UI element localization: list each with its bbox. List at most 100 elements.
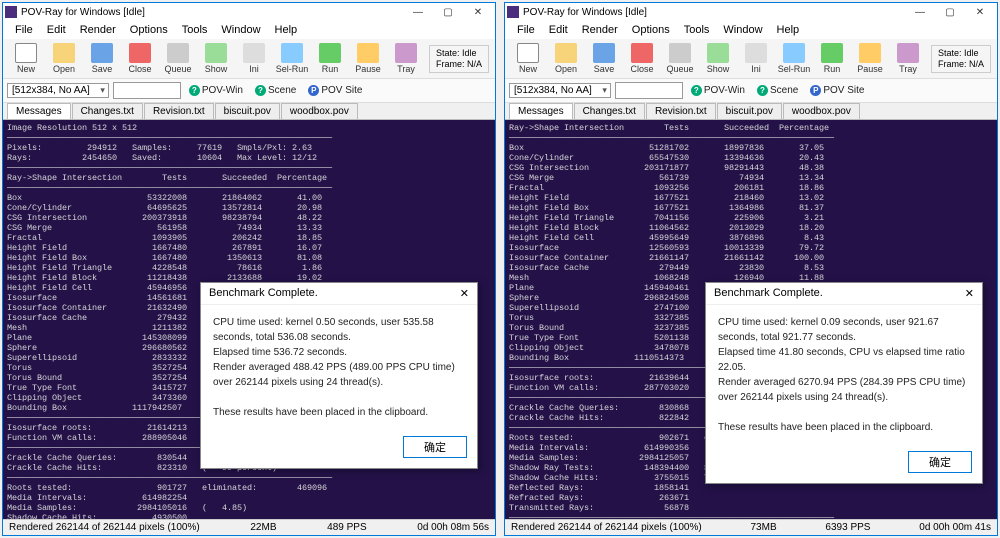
tab-woodbox[interactable]: woodbox.pov <box>783 103 860 119</box>
menu-tools[interactable]: Tools <box>176 23 214 37</box>
tab-changes[interactable]: Changes.txt <box>574 103 645 119</box>
status-pps: 489 PPS <box>327 522 366 533</box>
show-button[interactable]: Show <box>699 41 737 76</box>
dialog-line: Elapsed time 41.80 seconds, CPU vs elaps… <box>718 345 970 375</box>
menu-tools[interactable]: Tools <box>678 23 716 37</box>
toolbar-row-2: [512x384, No AA] ?POV-Win ?Scene PPOV Si… <box>505 79 997 103</box>
new-button[interactable]: New <box>509 41 547 76</box>
scene-help-button[interactable]: ?Scene <box>251 85 300 96</box>
dialog-line: CPU time used: kernel 0.09 seconds, user… <box>718 315 970 345</box>
tab-woodbox[interactable]: woodbox.pov <box>281 103 358 119</box>
selrun-button[interactable]: Sel-Run <box>273 41 311 76</box>
benchmark-dialog-right: Benchmark Complete. ✕ CPU time used: ker… <box>705 282 983 484</box>
run-button[interactable]: Run <box>311 41 349 76</box>
dialog-title: Benchmark Complete. <box>209 287 318 300</box>
tabbar: Messages Changes.txt Revision.txt biscui… <box>3 103 495 120</box>
status-mem: 73MB <box>751 522 777 533</box>
menu-options[interactable]: Options <box>626 23 676 37</box>
dialog-line: These results have been placed in the cl… <box>213 405 465 420</box>
resolution-combo[interactable]: [512x384, No AA] <box>7 83 109 98</box>
povsite-button[interactable]: PPOV Site <box>806 85 868 96</box>
benchmark-dialog-left: Benchmark Complete. ✕ CPU time used: ker… <box>200 282 478 469</box>
tray-button[interactable]: Tray <box>889 41 927 76</box>
menu-window[interactable]: Window <box>215 23 266 37</box>
queue-button[interactable]: Queue <box>159 41 197 76</box>
status-time: 0d 00h 08m 56s <box>417 522 489 533</box>
window-title: POV-Ray for Windows [Idle] <box>21 7 403 18</box>
new-button[interactable]: New <box>7 41 45 76</box>
tab-revision[interactable]: Revision.txt <box>144 103 214 119</box>
minimize-button[interactable]: — <box>905 4 935 20</box>
tab-biscuit[interactable]: biscuit.pov <box>717 103 782 119</box>
tab-changes[interactable]: Changes.txt <box>72 103 143 119</box>
status-mem: 22MB <box>250 522 276 533</box>
save-button[interactable]: Save <box>585 41 623 76</box>
save-button[interactable]: Save <box>83 41 121 76</box>
pause-button[interactable]: Pause <box>851 41 889 76</box>
titlebar[interactable]: POV-Ray for Windows [Idle] — ▢ ✕ <box>505 3 997 21</box>
ok-button[interactable]: 确定 <box>403 436 467 458</box>
dialog-titlebar[interactable]: Benchmark Complete. ✕ <box>706 283 982 305</box>
menu-options[interactable]: Options <box>124 23 174 37</box>
menu-file[interactable]: File <box>511 23 541 37</box>
dialog-line: Elapsed time 536.72 seconds. <box>213 345 465 360</box>
menu-help[interactable]: Help <box>771 23 806 37</box>
dialog-titlebar[interactable]: Benchmark Complete. ✕ <box>201 283 477 305</box>
toolbar-row-2: [512x384, No AA] ?POV-Win ?Scene PPOV Si… <box>3 79 495 103</box>
dialog-line: CPU time used: kernel 0.50 seconds, user… <box>213 315 465 345</box>
dialog-line: These results have been placed in the cl… <box>718 420 970 435</box>
run-button[interactable]: Run <box>813 41 851 76</box>
window-title: POV-Ray for Windows [Idle] <box>523 7 905 18</box>
dialog-close-icon[interactable]: ✕ <box>965 287 974 300</box>
maximize-button[interactable]: ▢ <box>935 4 965 20</box>
open-button[interactable]: Open <box>547 41 585 76</box>
tab-messages[interactable]: Messages <box>509 103 573 119</box>
statusbar: Rendered 262144 of 262144 pixels (100%) … <box>505 519 997 535</box>
titlebar[interactable]: POV-Ray for Windows [Idle] — ▢ ✕ <box>3 3 495 21</box>
pause-button[interactable]: Pause <box>349 41 387 76</box>
ini-button[interactable]: Ini <box>235 41 273 76</box>
minimize-button[interactable]: — <box>403 4 433 20</box>
close-button-tb[interactable]: Close <box>121 41 159 76</box>
povwin-help-button[interactable]: ?POV-Win <box>687 85 749 96</box>
app-icon <box>5 6 17 18</box>
maximize-button[interactable]: ▢ <box>433 4 463 20</box>
dialog-line: Render averaged 6270.94 PPS (284.39 PPS … <box>718 375 970 405</box>
status-rendered: Rendered 262144 of 262144 pixels (100%) <box>511 522 702 533</box>
ini-button[interactable]: Ini <box>737 41 775 76</box>
tab-biscuit[interactable]: biscuit.pov <box>215 103 280 119</box>
dialog-close-icon[interactable]: ✕ <box>460 287 469 300</box>
menu-edit[interactable]: Edit <box>41 23 72 37</box>
menu-edit[interactable]: Edit <box>543 23 574 37</box>
open-button[interactable]: Open <box>45 41 83 76</box>
resolution-combo[interactable]: [512x384, No AA] <box>509 83 611 98</box>
close-button-tb[interactable]: Close <box>623 41 661 76</box>
menu-window[interactable]: Window <box>717 23 768 37</box>
povwin-help-button[interactable]: ?POV-Win <box>185 85 247 96</box>
tabbar: Messages Changes.txt Revision.txt biscui… <box>505 103 997 120</box>
dialog-body: CPU time used: kernel 0.50 seconds, user… <box>201 305 477 430</box>
tray-button[interactable]: Tray <box>387 41 425 76</box>
menu-file[interactable]: File <box>9 23 39 37</box>
scene-help-button[interactable]: ?Scene <box>753 85 802 96</box>
dialog-line: Render averaged 488.42 PPS (489.00 PPS C… <box>213 360 465 390</box>
close-button[interactable]: ✕ <box>463 4 493 20</box>
ok-button[interactable]: 确定 <box>908 451 972 473</box>
tab-messages[interactable]: Messages <box>7 103 71 119</box>
queue-button[interactable]: Queue <box>661 41 699 76</box>
show-button[interactable]: Show <box>197 41 235 76</box>
dialog-title: Benchmark Complete. <box>714 287 823 300</box>
render-state-box: State: IdleFrame: N/A <box>429 45 489 73</box>
tab-revision[interactable]: Revision.txt <box>646 103 716 119</box>
menubar: File Edit Render Options Tools Window He… <box>505 21 997 39</box>
cmdline-input[interactable] <box>113 82 181 99</box>
cmdline-input[interactable] <box>615 82 683 99</box>
close-button[interactable]: ✕ <box>965 4 995 20</box>
status-rendered: Rendered 262144 of 262144 pixels (100%) <box>9 522 200 533</box>
menu-help[interactable]: Help <box>269 23 304 37</box>
status-time: 0d 00h 00m 41s <box>919 522 991 533</box>
povsite-button[interactable]: PPOV Site <box>304 85 366 96</box>
selrun-button[interactable]: Sel-Run <box>775 41 813 76</box>
menu-render[interactable]: Render <box>576 23 624 37</box>
menu-render[interactable]: Render <box>74 23 122 37</box>
